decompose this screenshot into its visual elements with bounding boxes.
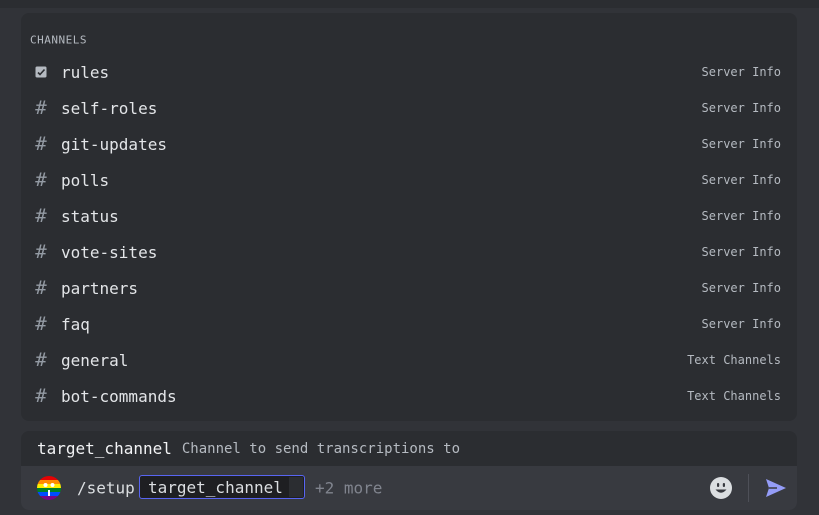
channel-category: Server Info <box>701 173 781 187</box>
hash-icon: # <box>35 313 47 335</box>
channel-name: polls <box>61 170 110 190</box>
rules-icon <box>21 66 61 78</box>
hash-icon: # <box>35 349 47 371</box>
channel-option-polls[interactable]: # polls Server Info <box>21 162 797 198</box>
channel-list: rules Server Info # self-roles Server Info # g… <box>21 54 797 414</box>
option-name: target_channel <box>37 439 172 458</box>
option-pill-label: target_channel <box>148 477 283 497</box>
hash-icon: # <box>35 241 47 263</box>
channel-option-status[interactable]: # status Server Info <box>21 198 797 234</box>
channel-option-partners[interactable]: # partners Server Info <box>21 270 797 306</box>
target-channel-option-input[interactable]: target_channel <box>139 475 305 499</box>
channel-name: general <box>61 350 129 370</box>
send-icon[interactable] <box>764 476 788 500</box>
hash-icon: # <box>35 277 47 299</box>
hash-icon: # <box>35 133 47 155</box>
channel-option-git-updates[interactable]: # git-updates Server Info <box>21 126 797 162</box>
channel-name: partners <box>61 278 139 298</box>
popup-header: CHANNELS <box>30 33 87 47</box>
channel-option-general[interactable]: # general Text Channels <box>21 342 797 378</box>
channel-option-self-roles[interactable]: # self-roles Server Info <box>21 90 797 126</box>
more-options-hint[interactable]: +2 more <box>315 479 382 498</box>
channel-category: Text Channels <box>687 353 781 367</box>
slash-command-name: /setup <box>77 478 135 498</box>
bot-avatar-icon <box>37 476 61 500</box>
channel-category: Text Channels <box>687 389 781 403</box>
channel-category: Server Info <box>701 245 781 259</box>
channel-category: Server Info <box>701 281 781 295</box>
hash-icon: # <box>35 169 47 191</box>
channel-category: Server Info <box>701 317 781 331</box>
channel-name: status <box>61 206 119 226</box>
channel-option-vote-sites[interactable]: # vote-sites Server Info <box>21 234 797 270</box>
channel-autocomplete-popup: CHANNELS rules Server Info # self-roles Serv… <box>21 13 797 421</box>
channel-category: Server Info <box>701 209 781 223</box>
message-composer: /setup target_channel +2 more <box>21 466 797 510</box>
channel-name: self-roles <box>61 98 158 118</box>
hash-icon: # <box>35 385 47 407</box>
channel-name: rules <box>61 62 110 82</box>
channel-name: vote-sites <box>61 242 158 262</box>
option-pill-value[interactable] <box>289 477 303 497</box>
hash-icon: # <box>35 205 47 227</box>
hash-icon: # <box>35 97 47 119</box>
channel-option-rules[interactable]: rules Server Info <box>21 54 797 90</box>
channel-name: bot-commands <box>61 386 177 406</box>
option-description: Channel to send transcriptions to <box>181 440 461 457</box>
channel-option-faq[interactable]: # faq Server Info <box>21 306 797 342</box>
top-bar <box>0 0 819 8</box>
channel-category: Server Info <box>701 65 781 79</box>
channel-option-bot-commands[interactable]: # bot-commands Text Channels <box>21 378 797 414</box>
option-hint: target_channel Channel to send transcrip… <box>21 431 797 466</box>
smile-icon[interactable] <box>709 476 733 500</box>
composer-divider <box>748 474 749 502</box>
channel-name: git-updates <box>61 134 167 154</box>
channel-category: Server Info <box>701 101 781 115</box>
channel-name: faq <box>61 314 90 334</box>
channel-category: Server Info <box>701 137 781 151</box>
